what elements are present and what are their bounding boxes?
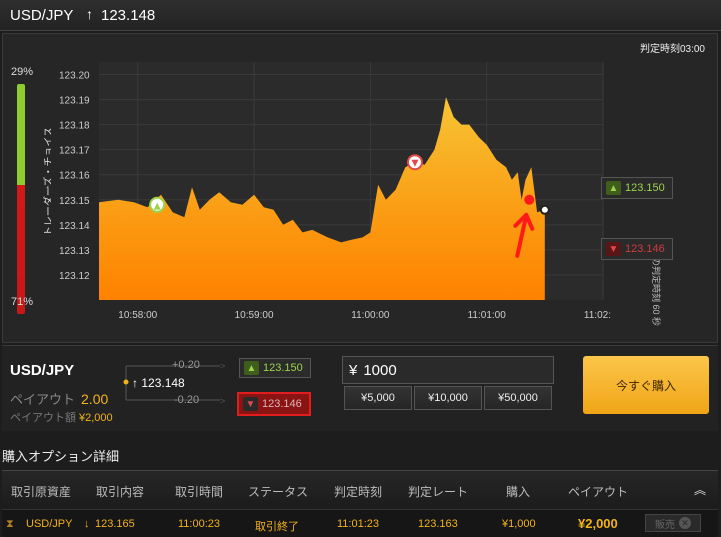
x-tick-label: 11:02:00 <box>584 310 611 321</box>
current-rate-value: 123.148 <box>141 376 185 390</box>
y-tick-label: 123.19 <box>59 96 90 107</box>
payout-amount-label: ペイアウト額 <box>10 412 76 424</box>
current-point <box>539 204 550 215</box>
row-asset: USD/JPY <box>26 518 73 530</box>
col-purchase: 購入 <box>506 485 531 499</box>
col-status: ステータス <box>248 485 309 499</box>
down-arrow-icon: ▼ <box>606 242 621 256</box>
chevron-left-icon[interactable]: ‹ <box>46 182 49 193</box>
down-arrow-icon: ▼ <box>243 397 258 411</box>
payout-value: 2.00 <box>81 391 109 407</box>
amount-value: 1000 <box>363 361 397 379</box>
y-tick-label: 123.12 <box>59 271 90 282</box>
low-button-value: 123.146 <box>262 398 302 410</box>
row-purchase: ¥1,000 <box>502 518 536 530</box>
row-deadline: 11:01:23 <box>337 518 380 530</box>
x-tick-label: 10:58:00 <box>118 310 157 321</box>
amount-input[interactable]: ¥ 1000 <box>342 356 554 384</box>
col-direction: 取引内容 <box>96 485 145 499</box>
details-title: 購入オプション詳細 <box>2 449 120 464</box>
x-tick-label: 11:00:00 <box>351 310 390 321</box>
col-asset: 取引原資産 <box>11 485 72 499</box>
payout: ペイアウト 2.00 <box>10 389 108 408</box>
traders-choice-up-pct: 29% <box>11 66 34 78</box>
y-tick-label: 123.16 <box>59 171 90 182</box>
x-tick-label: 11:01:00 <box>468 310 507 321</box>
y-tick-label: 123.17 <box>59 146 90 157</box>
current-rate: ↑ 123.148 <box>132 376 185 390</box>
chart-up-rate: 123.150 <box>625 182 665 194</box>
x-tick-label: 10:59:00 <box>235 310 274 321</box>
high-button[interactable]: ▲ 123.150 <box>239 358 311 378</box>
purchase-details-table: 取引原資産 取引内容 取引時間 ステータス 判定時刻 判定レート 購入 ペイアウ… <box>2 470 718 537</box>
col-deadline: 判定時刻 <box>334 485 383 499</box>
hourglass-icon: ⧗ <box>6 518 14 530</box>
payout-amount-value: ¥2,000 <box>79 412 113 424</box>
y-tick-label: 123.15 <box>59 196 90 207</box>
plus-offset: +0.20 <box>172 359 200 371</box>
deadline-label: 判定時刻03:00 <box>639 44 705 55</box>
table-row: ⧗ USD/JPY ↓ 123.165 11:00:23 取引終了 11:01:… <box>2 509 718 537</box>
col-payout: ペイアウト <box>568 485 629 499</box>
chart-down-rate-tag: ▼ 123.146 <box>601 238 673 260</box>
preset-50000-button[interactable]: ¥50,000 <box>484 386 552 410</box>
row-time: 11:00:23 <box>178 518 221 530</box>
header-price: 123.148 <box>101 7 156 24</box>
up-arrow-icon: ↑ <box>132 376 138 390</box>
close-icon: ✕ <box>679 517 691 529</box>
price-chart: 123.20 123.19 123.18 123.17 123.16 123.15 123.… <box>51 56 611 332</box>
down-arrow-icon: ▼ <box>412 159 419 169</box>
chart-panel: 判定時刻03:00 29% トレーダーズ・チョイス 71% ‹ 123.20 12… <box>2 33 718 343</box>
minus-offset: -0.20 <box>174 394 200 406</box>
y-tick-label: 123.18 <box>59 121 90 132</box>
buy-now-button[interactable]: 今すぐ購入 <box>583 356 709 414</box>
up-arrow-icon: ↑ <box>86 6 93 22</box>
payout-label: ペイアウト <box>10 392 76 407</box>
y-tick-label: 123.14 <box>59 221 90 232</box>
down-arrow-icon: ↓ <box>84 518 90 530</box>
chart-up-rate-tag: ▲ 123.150 <box>601 177 673 199</box>
chart-down-rate: 123.146 <box>625 243 665 255</box>
preset-5000-button[interactable]: ¥5,000 <box>344 386 412 410</box>
y-tick-label: 123.20 <box>59 71 90 82</box>
low-button[interactable]: ▼ 123.146 <box>237 392 311 416</box>
trade-pair: USD/JPY <box>10 362 75 379</box>
col-time: 取引時間 <box>175 485 224 499</box>
row-rate: 123.165 <box>95 518 135 530</box>
traders-choice-down-pct: 71% <box>11 296 34 308</box>
sell-button-label: 販売 <box>655 519 675 531</box>
payout-amount: ペイアウト額 ¥2,000 <box>10 409 113 425</box>
trading-app: USD/JPY ↑ 123.148 判定時刻03:00 29% トレーダーズ・チ… <box>0 0 721 537</box>
row-judge-rate: 123.163 <box>418 518 458 530</box>
row-status: 取引終了 <box>255 521 299 533</box>
preset-10000-button[interactable]: ¥10,000 <box>414 386 482 410</box>
traders-choice-bar <box>17 84 25 314</box>
table-header: 取引原資産 取引内容 取引時間 ステータス 判定時刻 判定レート 購入 ペイアウ… <box>2 471 718 509</box>
up-arrow-icon: ▲ <box>154 201 161 211</box>
header-pair: USD/JPY <box>10 7 74 24</box>
yen-symbol: ¥ <box>349 361 358 379</box>
trade-panel: USD/JPY ペイアウト 2.00 ペイアウト額 ¥2,000 +0.20 ↑ 1… <box>2 345 718 431</box>
sell-button[interactable]: 販売 ✕ <box>645 514 701 532</box>
up-arrow-icon: ▲ <box>606 181 621 195</box>
up-arrow-icon: ▲ <box>244 361 259 375</box>
collapse-icon[interactable]: ︽ <box>694 481 706 498</box>
chevron-right-icon: > <box>220 361 226 371</box>
col-judge-rate: 判定レート <box>408 485 469 499</box>
chevron-right-icon: > <box>220 396 226 406</box>
header-bar: USD/JPY ↑ 123.148 <box>0 0 721 31</box>
y-tick-label: 123.13 <box>59 246 90 257</box>
high-button-value: 123.150 <box>263 362 303 374</box>
annotation-dot <box>524 194 535 205</box>
row-payout: ¥2,000 <box>578 516 618 531</box>
